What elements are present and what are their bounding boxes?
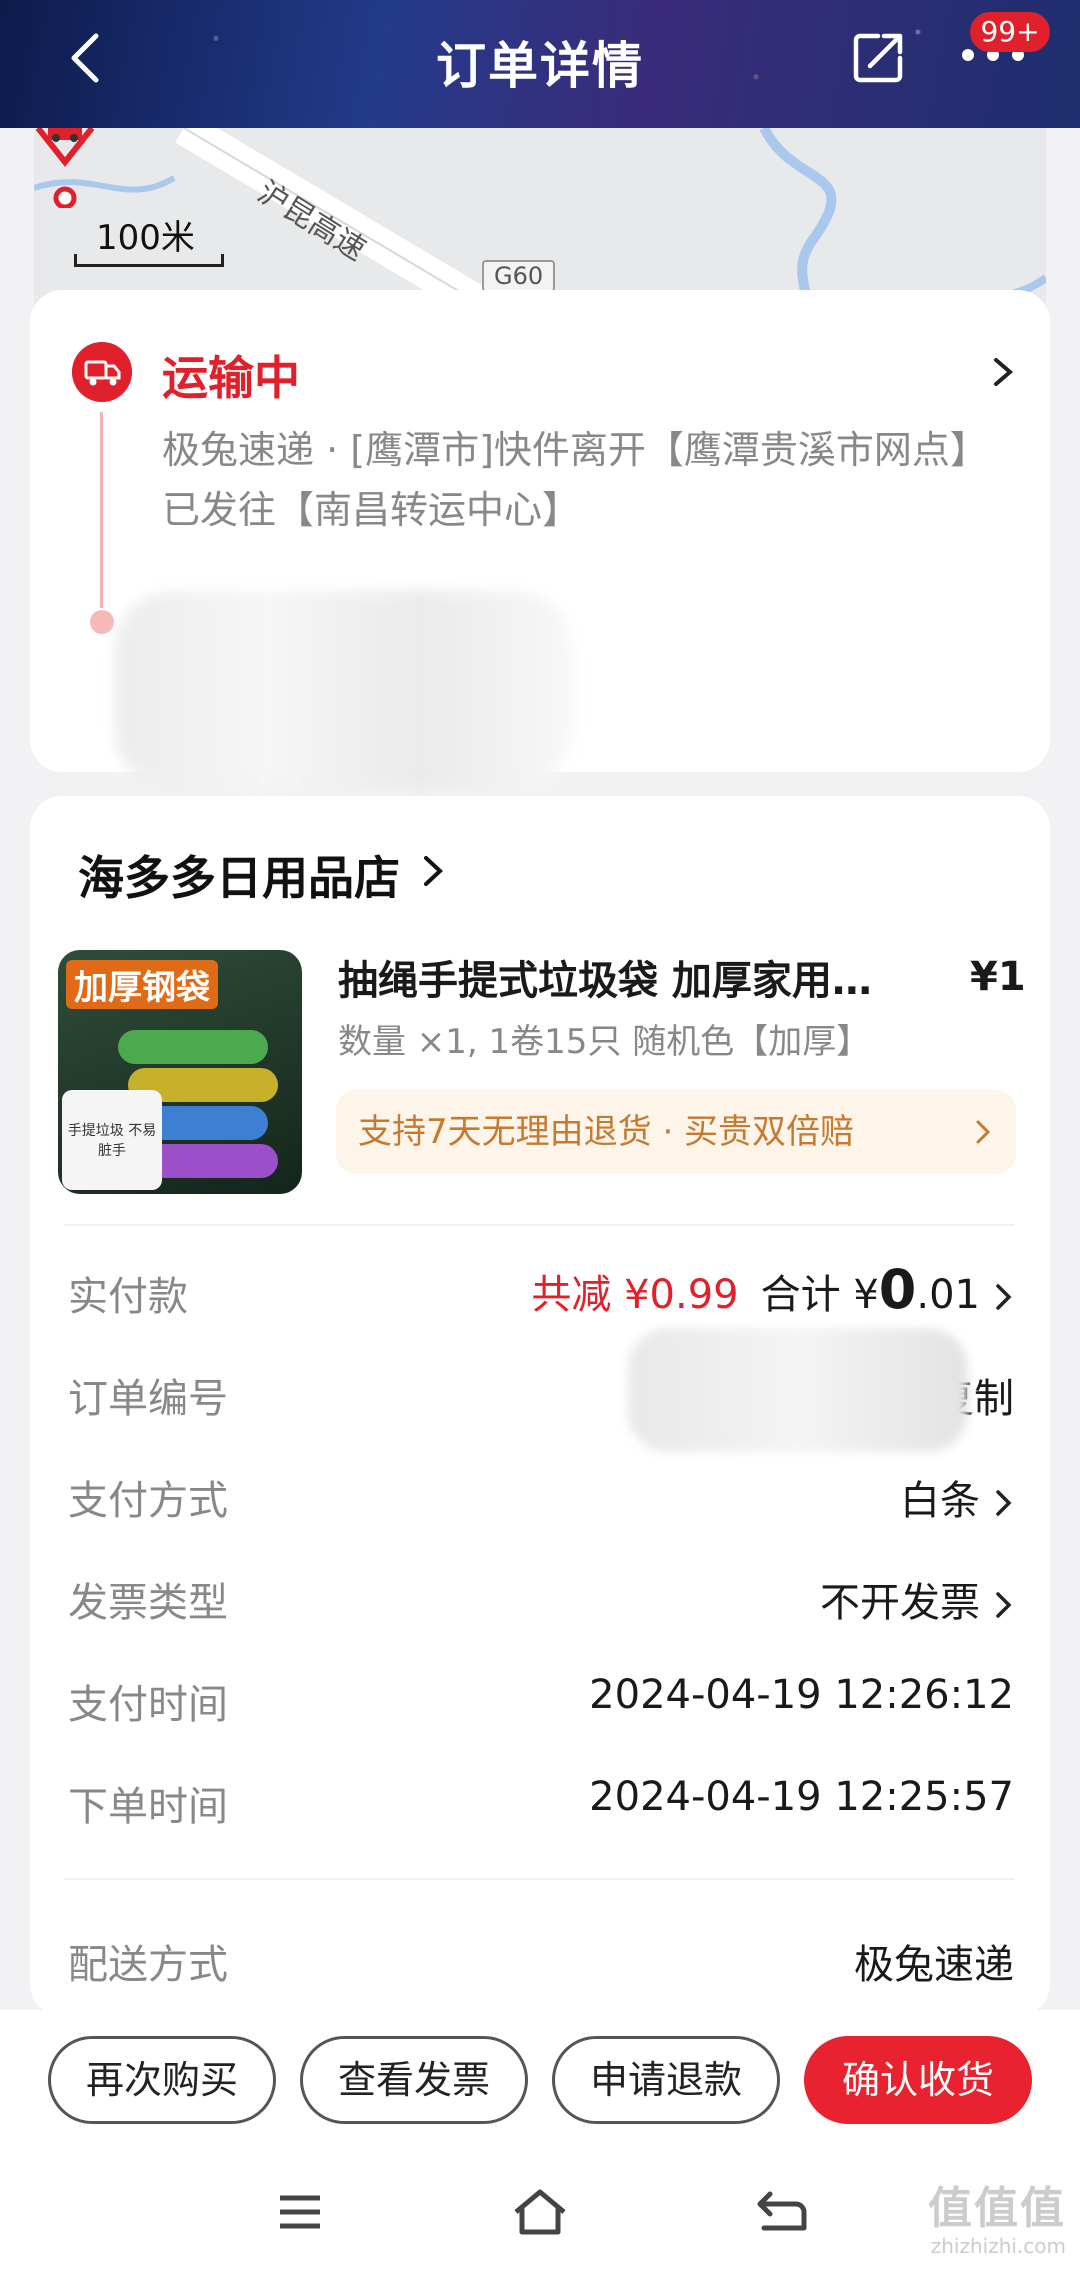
payment-time-row: 支付时间 2024-04-19 12:26:12 [68, 1672, 1014, 1732]
chevron-right-icon [996, 1592, 1012, 1618]
discount-amount: 共减 ¥0.99 [531, 1272, 739, 1318]
highway-label: G60 [482, 260, 556, 292]
logistics-status-card[interactable]: 运输中 极兔速递 · [鹰潭市]快件离开【鹰潭贵溪市网点】已发往【南昌转运中心】 [30, 290, 1050, 790]
timeline-line [100, 412, 103, 608]
guarantee-text: 支持7天无理由退货 · 买贵双倍赔 [358, 1112, 855, 1152]
latest-tracking-info: 极兔速递 · [鹰潭市]快件离开【鹰潭贵溪市网点】已发往【南昌转运中心】 [162, 428, 988, 532]
notification-badge: 99+ [970, 12, 1050, 52]
top-app-bar: 订单详情 99+ [0, 0, 1080, 128]
page-title: 订单详情 [436, 37, 644, 95]
map-scale-label: 100米 [96, 218, 195, 258]
delivery-method-label: 配送方式 [68, 1942, 228, 1988]
timeline-dot [90, 610, 114, 634]
chevron-right-icon[interactable] [420, 852, 446, 890]
product-image-note: 手提垃圾 不易脏手 [67, 1123, 157, 1159]
request-refund-button[interactable]: 申请退款 [552, 2036, 780, 2124]
redacted-order-number [628, 1328, 968, 1452]
confirm-receipt-button[interactable]: 确认收货 [804, 2036, 1032, 2124]
payment-method-text: 白条 [900, 1478, 980, 1524]
paid-amount-row[interactable]: 实付款 共减 ¥0.99 合计 ¥0.01 [68, 1258, 1014, 1324]
rebuy-button[interactable]: 再次购买 [48, 2036, 276, 2124]
watermark-url: zhizhizhi.com [930, 2234, 1066, 2258]
back-nav-icon[interactable] [756, 2188, 808, 2236]
divider [64, 1224, 1014, 1226]
product-bag-graphic: 手提垃圾 不易脏手 [62, 1090, 162, 1190]
chevron-right-icon [996, 1284, 1012, 1310]
menu-icon[interactable] [276, 2188, 324, 2236]
total-integer: 0 [878, 1258, 917, 1321]
system-navigation-bar [0, 2160, 1080, 2272]
truck-icon [72, 342, 132, 402]
chevron-right-icon [976, 1120, 991, 1144]
view-invoice-button[interactable]: 查看发票 [300, 2036, 528, 2124]
divider [64, 1878, 1014, 1880]
paid-label: 实付款 [68, 1274, 188, 1320]
invoice-type-row[interactable]: 发票类型 不开发票 [68, 1570, 1014, 1630]
order-time-value: 2024-04-19 12:25:57 [589, 1774, 1014, 1820]
payment-method-value: 白条 [900, 1468, 1014, 1526]
bottom-action-bar: 再次购买 查看发票 申请退款 确认收货 [0, 2010, 1080, 2160]
order-number-label: 订单编号 [68, 1376, 228, 1422]
chevron-right-icon [996, 1490, 1012, 1516]
total-prefix: 合计 ¥ [760, 1272, 879, 1318]
product-image-label: 加厚钢袋 [66, 960, 218, 1009]
invoice-type-label: 发票类型 [68, 1580, 228, 1626]
order-time-row: 下单时间 2024-04-19 12:25:57 [68, 1774, 1014, 1834]
invoice-type-text: 不开发票 [820, 1580, 980, 1626]
delivery-method-row: 配送方式 极兔速递 [68, 1932, 1014, 1992]
watermark-logo: 值值值 [928, 2183, 1066, 2234]
delivery-method-value: 极兔速递 [854, 1942, 1014, 1988]
home-icon[interactable] [512, 2188, 568, 2236]
paid-value: 共减 ¥0.99 合计 ¥0.01 [531, 1258, 1014, 1321]
product-price: ¥1 [970, 954, 1026, 1000]
payment-method-row[interactable]: 支付方式 白条 [68, 1468, 1014, 1528]
payment-method-label: 支付方式 [68, 1478, 228, 1524]
map-scale-bar [74, 254, 224, 267]
order-time-label: 下单时间 [68, 1784, 228, 1830]
payment-time-value: 2024-04-19 12:26:12 [589, 1672, 1014, 1718]
invoice-type-value: 不开发票 [820, 1570, 1014, 1628]
product-thumbnail[interactable]: 加厚钢袋 手提垃圾 不易脏手 [58, 950, 302, 1194]
payment-time-label: 支付时间 [68, 1682, 228, 1728]
location-pin-icon [35, 128, 95, 208]
chevron-right-icon[interactable] [988, 352, 1018, 392]
total-decimal: .01 [916, 1272, 980, 1318]
store-name[interactable]: 海多多日用品店 [78, 842, 400, 908]
after-sale-guarantee[interactable]: 支持7天无理由退货 · 买贵双倍赔 [336, 1090, 1016, 1174]
share-icon[interactable] [848, 28, 908, 88]
redacted-address [114, 590, 574, 790]
shipping-status: 运输中 [162, 351, 300, 405]
product-spec: 数量 ×1, 1卷15只 随机色【加厚】 [338, 1022, 871, 1062]
product-name[interactable]: 抽绳手提式垃圾袋 加厚家用… [338, 948, 918, 1006]
